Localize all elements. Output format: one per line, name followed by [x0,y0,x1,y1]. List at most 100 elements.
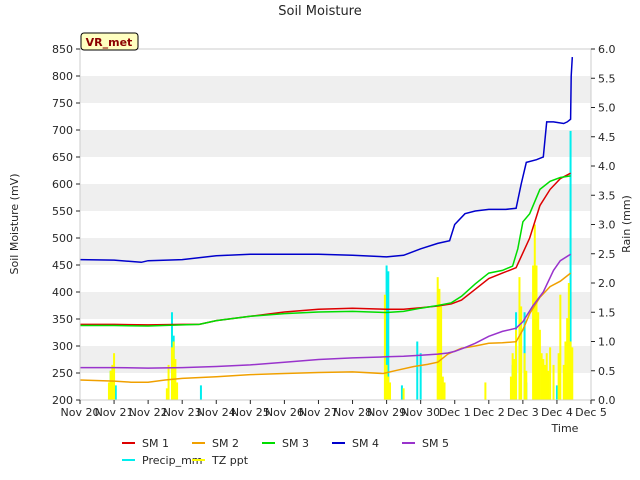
background-band [80,76,591,103]
y-right-tick-label: 2.5 [598,248,616,261]
y-tick-label: 350 [52,313,73,326]
rain-bar [571,347,574,400]
background-band [80,130,591,157]
rain-bar [441,376,444,400]
x-tick-label: Dec 1 [439,406,471,419]
legend-label: SM 1 [142,437,169,450]
y-right-tick-label: 3.5 [598,189,616,202]
y-tick-label: 550 [52,205,73,218]
background-band [80,211,591,238]
rain-bar [436,277,439,400]
rain-bar [520,306,523,400]
legend: SM 1 SM 2 SM 3 SM 4 SM 5 Precip_mm TZ ppt [122,437,449,467]
rain-bar [557,353,560,400]
x-axis-ticks: Nov 20Nov 21Nov 22Nov 23Nov 24Nov 25Nov … [61,400,607,419]
rain-bar [549,347,552,400]
y-tick-label: 850 [52,43,73,56]
rain-bar [443,382,446,400]
rain-bar [518,277,521,400]
rain-bar [400,385,403,400]
rain-bar [513,359,516,400]
y-tick-label: 800 [52,70,73,83]
rain-bar [545,353,548,400]
rain-bar [170,347,173,400]
y-axis-right-label: Rain (mm) [620,195,633,253]
rain-bar [165,388,168,400]
x-tick-label: Dec 2 [473,406,505,419]
rain-bar [109,370,112,400]
y-right-tick-label: 5.0 [598,102,616,115]
y-tick-label: 450 [52,259,73,272]
rain-bar [532,265,535,400]
legend-entry: SM 2 [192,437,239,450]
x-tick-label: Dec 3 [507,406,539,419]
legend-label: SM 2 [212,437,239,450]
rain-bar [167,364,170,400]
rain-bar [387,376,390,400]
rain-bar [559,294,562,400]
rain-bar [199,385,202,400]
y-axis-label: Soil Moisture (mV) [8,174,21,275]
y-tick-label: 400 [52,286,73,299]
chart-title: Soil Moisture [278,4,362,19]
rain-bar [535,265,538,400]
y-axis-ticks: 200 250 300 350 400 450 500 550 600 650 700 750 800 8… [52,43,80,407]
background-band [80,184,591,211]
y-right-tick-label: 1.5 [598,306,616,319]
rain-bar [402,388,405,400]
rain-bar [511,353,514,400]
legend-entry: SM 4 [332,437,379,450]
legend-label: SM 3 [282,437,309,450]
rain-bar [569,341,572,400]
y-tick-label: 600 [52,178,73,191]
background-band [80,292,591,319]
rain-bar [107,382,110,400]
y-tick-label: 250 [52,367,73,380]
plot-background-bands [80,49,591,400]
legend-entry: SM 5 [402,437,449,450]
rain-bar [544,364,547,400]
rain-bar [111,364,114,400]
y-tick-label: 700 [52,124,73,137]
y-right-tick-label: 3.0 [598,219,616,232]
legend-entry: SM 1 [122,437,169,450]
rain-bar [484,382,487,400]
rain-bar [542,359,545,400]
y-right-tick-label: 4.5 [598,131,616,144]
station-badge-label: VR_met [86,36,133,49]
rain-bar [523,353,526,400]
rain-bar [383,294,386,400]
y-right-tick-label: 4.0 [598,160,616,173]
y-right-tick-label: 6.0 [598,43,616,56]
rain-bar [533,224,536,400]
x-tick-label: Dec 4 [541,406,573,419]
rain-bar [113,353,116,400]
y-tick-label: 300 [52,340,73,353]
x-tick-label: Nov 30 [401,406,440,419]
rain-bar [540,353,543,400]
legend-label: SM 4 [352,437,379,450]
y-right-tick-label: 5.5 [598,72,616,85]
rain-bar [509,376,512,400]
station-badge: VR_met [80,32,139,51]
soil-moisture-chart: Soil Moisture Nov 20Nov 21Nov 22Nov 23No… [8,4,633,467]
rain-bar [566,318,569,400]
y-right-tick-label: 0.0 [598,394,616,407]
y-tick-label: 650 [52,151,73,164]
rain-bar [176,382,179,400]
legend-entry: Precip_mm [122,454,203,467]
legend-label: SM 5 [422,437,449,450]
y-tick-label: 750 [52,97,73,110]
rain-bar [416,341,419,400]
x-axis-label: Time [551,422,579,435]
y-tick-label: 500 [52,232,73,245]
background-band [80,49,591,76]
rain-bar [562,364,565,400]
rain-bar [385,364,388,400]
x-tick-label: Dec 5 [575,406,607,419]
rain-bar [419,353,422,400]
rain-bar [547,370,550,400]
y-tick-label: 200 [52,394,73,407]
rain-bar [114,385,117,400]
rain-bar [172,341,175,400]
